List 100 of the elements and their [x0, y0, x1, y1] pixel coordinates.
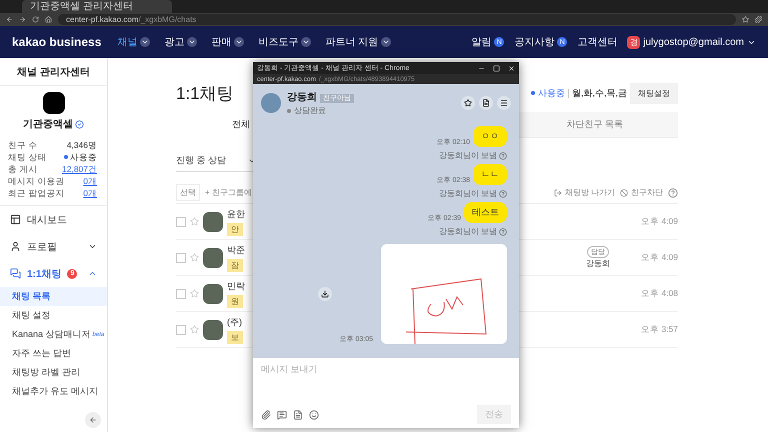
chat-time: 오후 4:09: [640, 216, 678, 228]
quick-reply-icon[interactable]: [277, 410, 287, 420]
account-email[interactable]: julygostop@gmail.com: [643, 36, 744, 48]
star-icon[interactable]: [190, 325, 199, 334]
nav-menu[interactable]: 비즈도구: [258, 35, 312, 49]
collapse-button[interactable]: [85, 412, 101, 428]
avatar-placeholder: [203, 284, 223, 304]
chevron-icon: [234, 37, 244, 47]
browser-tab[interactable]: 기관중액셀 관리자센터: [22, 0, 172, 13]
message-bubble: ㅇㅇ: [473, 126, 507, 147]
bookmark-star-icon[interactable]: [742, 16, 749, 23]
chevron-up-icon: [88, 269, 97, 278]
row-checkbox[interactable]: [176, 252, 186, 262]
menu-icon: [500, 99, 508, 107]
stat-label: 메시지 이용권: [8, 175, 64, 187]
person-icon: [10, 241, 21, 252]
help-icon[interactable]: [499, 190, 507, 198]
sender-note: 강동희님이 보냄: [438, 188, 497, 199]
dashboard-icon: [10, 214, 21, 225]
verified-icon: [75, 120, 84, 128]
business-days: 월,화,수,목,금: [572, 86, 627, 100]
stat-value: 4,346명: [66, 139, 97, 151]
nav-menu[interactable]: 광고: [164, 35, 198, 49]
friend-name: (주): [227, 316, 243, 328]
star-icon[interactable]: [190, 253, 199, 262]
chat-time: 오후 4:09: [640, 252, 678, 264]
nav-link[interactable]: 고객센터: [577, 35, 618, 49]
status-dot: [530, 91, 535, 95]
stat-label: 총 게시: [8, 163, 38, 175]
emoticon-icon[interactable]: [309, 410, 319, 420]
stat-label: 채팅 상태: [8, 151, 46, 163]
help-icon[interactable]: [499, 152, 507, 160]
chevron-icon: [381, 37, 392, 47]
close-icon[interactable]: [508, 64, 515, 72]
star-icon[interactable]: [190, 289, 199, 298]
memo-button[interactable]: [479, 96, 493, 110]
help-icon[interactable]: [668, 188, 678, 198]
stat-label: 친구 수: [8, 139, 38, 151]
help-icon[interactable]: [499, 228, 507, 236]
sidebar-submenu-item[interactable]: 자주 쓰는 답변: [0, 344, 107, 363]
stat-value: 사용중: [64, 151, 97, 163]
contact-name: 강동희: [287, 92, 317, 103]
nav-menu[interactable]: 판매: [211, 35, 244, 49]
avatar-placeholder: [203, 212, 223, 232]
stat-value[interactable]: 12,807건: [62, 163, 97, 175]
message-preview: 잠: [227, 258, 243, 272]
sidebar-submenu-item[interactable]: 채팅 목록: [0, 287, 107, 306]
friend-name: 윤한: [227, 208, 245, 220]
sidebar-menu-item[interactable]: 프로필: [0, 233, 107, 260]
chevron-icon: [301, 37, 312, 47]
chat-settings-button[interactable]: 채팅설정: [630, 82, 678, 104]
favorite-button[interactable]: [461, 96, 475, 110]
nav-menu[interactable]: 채널: [117, 35, 150, 49]
nav-menu[interactable]: 파트너 지원: [325, 35, 392, 49]
account-avatar[interactable]: 경: [627, 36, 640, 48]
message-bubble: 테스트: [464, 202, 507, 223]
block-icon: [620, 188, 628, 196]
chevron-down-icon: [88, 242, 97, 251]
channel-logo: [42, 92, 64, 114]
message-bubble: ㄴㄴ: [473, 164, 507, 185]
template-icon[interactable]: [293, 410, 303, 420]
row-checkbox[interactable]: [176, 288, 186, 298]
add-to-group-button[interactable]: + 친구그룹에: [205, 187, 252, 198]
chat-time: 오후 4:08: [640, 288, 678, 300]
message-preview: 보: [227, 330, 243, 344]
friend-name: 민락: [227, 280, 245, 292]
row-checkbox[interactable]: [176, 324, 186, 334]
stat-value[interactable]: 0개: [83, 187, 97, 199]
back-icon[interactable]: [6, 16, 13, 23]
kakao-business-logo[interactable]: kakao business: [12, 35, 102, 49]
document-icon: [482, 99, 490, 107]
address-field[interactable]: center-pf.kakao.com/_xgxbMG/chats: [58, 14, 736, 25]
block-friend-button[interactable]: 친구차단: [620, 187, 663, 198]
sidebar-title: 채널 관리자센터: [0, 58, 107, 86]
forward-icon[interactable]: [19, 16, 26, 23]
stat-label: 최근 팝업공지: [8, 187, 64, 199]
friend-name: 박준: [227, 244, 245, 256]
image-message[interactable]: [381, 244, 507, 344]
chat-bubbles-icon: [10, 268, 21, 279]
sidebar-submenu-item[interactable]: 채팅 설정: [0, 306, 107, 325]
star-icon[interactable]: [190, 217, 199, 226]
exit-icon: [554, 188, 562, 196]
download-button[interactable]: [318, 287, 332, 301]
sidebar-submenu-item[interactable]: 채팅방 라벨 관리: [0, 363, 107, 382]
row-checkbox[interactable]: [176, 216, 186, 226]
sidebar-submenu-item[interactable]: 채널추가 유도 메시지: [0, 382, 107, 401]
channel-name[interactable]: 기관중액셀: [23, 117, 73, 131]
stat-value[interactable]: 0개: [83, 175, 97, 187]
select-button[interactable]: 선택: [176, 184, 200, 201]
chat-time: 오후 3:57: [640, 324, 678, 336]
avatar-placeholder: [203, 320, 223, 340]
menu-button[interactable]: [497, 96, 511, 110]
attach-icon[interactable]: [261, 410, 271, 420]
maximize-icon[interactable]: [493, 64, 500, 72]
avatar-placeholder: [203, 248, 223, 268]
reload-icon[interactable]: [32, 16, 39, 23]
home-icon[interactable]: [45, 16, 52, 23]
sidebar-menu-item[interactable]: 대시보드: [0, 206, 107, 233]
leave-chat-button[interactable]: 채팅방 나가기: [554, 187, 615, 198]
extensions-icon[interactable]: [755, 16, 762, 23]
